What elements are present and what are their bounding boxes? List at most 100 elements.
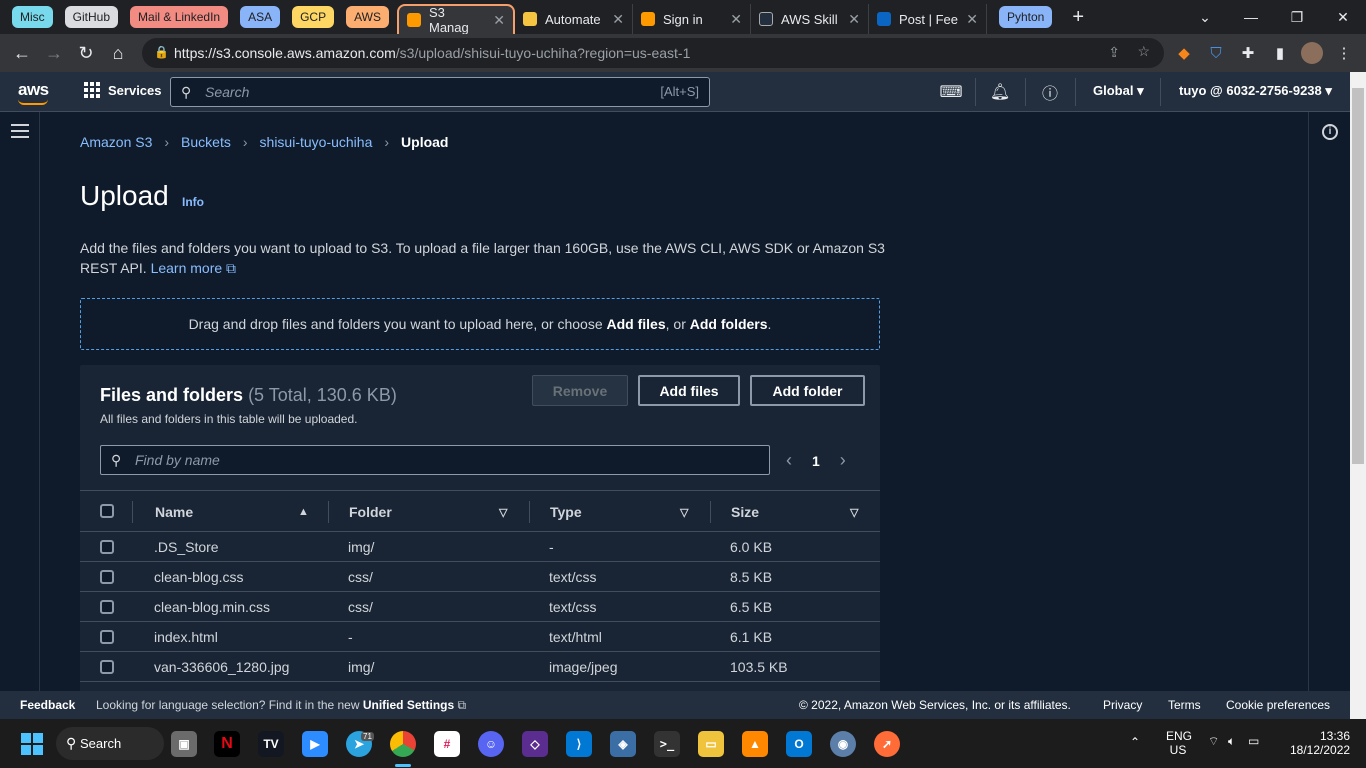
terms-link[interactable]: Terms bbox=[1168, 698, 1201, 712]
info-panel-icon[interactable]: i bbox=[1322, 124, 1338, 140]
breadcrumb-bucket[interactable]: shisui-tuyo-uchiha bbox=[260, 134, 373, 150]
account-menu[interactable]: tuyo @ 6032-2756-9238 ▾ bbox=[1179, 83, 1332, 99]
row-checkbox[interactable] bbox=[100, 600, 114, 614]
task-view-icon[interactable]: ▣ bbox=[171, 731, 197, 757]
privacy-link[interactable]: Privacy bbox=[1103, 698, 1142, 712]
unified-settings-link[interactable]: Unified Settings bbox=[363, 698, 454, 712]
region-selector[interactable]: Global ▾ bbox=[1093, 83, 1144, 99]
chevron-right-icon[interactable]: › bbox=[840, 450, 846, 471]
home-icon[interactable]: ⌂ bbox=[102, 37, 134, 69]
language-indicator[interactable]: ENG US bbox=[1166, 729, 1192, 757]
table-row: clean-blog.min.css css/ text/css 6.5 KB bbox=[80, 592, 880, 622]
close-tab-icon[interactable]: ✕ bbox=[958, 11, 978, 28]
row-checkbox[interactable] bbox=[100, 570, 114, 584]
profile-avatar[interactable] bbox=[1301, 42, 1323, 64]
outlook-icon[interactable]: O bbox=[786, 731, 812, 757]
clock[interactable]: 13:36 18/12/2022 bbox=[1290, 729, 1350, 757]
windows-start-icon[interactable] bbox=[21, 733, 43, 755]
chrome-menu-icon[interactable]: ⋮ bbox=[1333, 42, 1355, 64]
slack-icon[interactable]: # bbox=[434, 731, 460, 757]
wifi-icon[interactable]: ⌔ bbox=[1208, 734, 1219, 749]
tab-search-icon[interactable]: ⌄ bbox=[1182, 0, 1228, 34]
volume-icon[interactable]: 🔈︎ bbox=[1228, 734, 1235, 749]
find-by-name-input[interactable]: ⚲ Find by name bbox=[100, 445, 770, 475]
tab-group-misc[interactable]: Misc bbox=[12, 6, 53, 28]
taskbar-search[interactable]: ⚲ Search bbox=[56, 727, 164, 760]
vscode-icon[interactable]: ⟩ bbox=[566, 731, 592, 757]
feedback-link[interactable]: Feedback bbox=[20, 698, 75, 712]
column-header-type[interactable]: Type ▽ bbox=[550, 491, 700, 533]
cloudshell-icon[interactable]: ⌨ bbox=[939, 80, 963, 104]
chrome-icon[interactable] bbox=[390, 731, 416, 757]
zoom-icon[interactable]: ▶ bbox=[302, 731, 328, 757]
share-icon[interactable]: ⇪ bbox=[1108, 44, 1120, 61]
cell-size: 8.5 KB bbox=[730, 569, 773, 585]
side-panel-icon[interactable]: ▮ bbox=[1269, 42, 1291, 64]
page-number[interactable]: 1 bbox=[812, 453, 820, 469]
close-tab-icon[interactable]: ✕ bbox=[604, 11, 624, 28]
vlc-icon[interactable]: ▲ bbox=[742, 731, 768, 757]
tab-post-feed[interactable]: Post | Fee ✕ bbox=[869, 4, 987, 34]
forward-icon[interactable]: → bbox=[38, 37, 70, 69]
tab-group-mail-linkedin[interactable]: Mail & LinkedIn bbox=[130, 6, 229, 28]
url-field[interactable]: 🔒 https://s3.console.aws.amazon.com/s3/u… bbox=[142, 38, 1164, 68]
close-tab-icon[interactable]: ✕ bbox=[840, 11, 860, 28]
info-link[interactable]: Info bbox=[182, 195, 204, 209]
column-header-name[interactable]: Name ▲ bbox=[155, 491, 309, 533]
select-all-checkbox[interactable] bbox=[100, 504, 114, 518]
column-header-folder[interactable]: Folder ▽ bbox=[349, 491, 509, 533]
metamask-icon[interactable]: ◆ bbox=[1173, 42, 1195, 64]
netflix-icon[interactable]: N bbox=[214, 731, 240, 757]
console-search-input[interactable]: ⚲ Search [Alt+S] bbox=[170, 77, 710, 107]
cookie-preferences-link[interactable]: Cookie preferences bbox=[1226, 698, 1330, 712]
help-icon[interactable]: ⓘ bbox=[1038, 80, 1062, 104]
tab-sign-in[interactable]: Sign in ✕ bbox=[633, 4, 751, 34]
postman-icon[interactable]: ➚ bbox=[874, 731, 900, 757]
add-folder-button[interactable]: Add folder bbox=[750, 375, 865, 406]
tab-group-github[interactable]: GitHub bbox=[64, 6, 119, 28]
terminal-icon[interactable]: >_ bbox=[654, 731, 680, 757]
row-checkbox[interactable] bbox=[100, 630, 114, 644]
back-icon[interactable]: ← bbox=[6, 37, 38, 69]
hamburger-menu-icon[interactable] bbox=[11, 124, 29, 138]
bookmark-star-icon[interactable]: ☆ bbox=[1137, 43, 1150, 60]
upload-dropzone[interactable]: Drag and drop files and folders you want… bbox=[80, 298, 880, 350]
close-tab-icon[interactable]: ✕ bbox=[485, 12, 505, 29]
notifications-bell-icon[interactable]: 🔔︎ bbox=[988, 80, 1012, 104]
tab-group-aws[interactable]: AWS bbox=[346, 6, 389, 28]
battery-icon[interactable]: ▭ bbox=[1248, 734, 1259, 748]
remove-button[interactable]: Remove bbox=[532, 375, 628, 406]
aws-logo[interactable]: aws bbox=[18, 80, 49, 105]
learn-more-link[interactable]: Learn more ⧉ bbox=[151, 260, 236, 276]
discord-icon[interactable]: ☺ bbox=[478, 731, 504, 757]
breadcrumb-amazon-s3[interactable]: Amazon S3 bbox=[80, 134, 152, 150]
maximize-icon[interactable]: ❐ bbox=[1274, 0, 1320, 34]
row-checkbox[interactable] bbox=[100, 660, 114, 674]
visual-studio-icon[interactable]: ◇ bbox=[522, 731, 548, 757]
services-menu[interactable]: Services bbox=[84, 82, 162, 98]
new-tab-icon[interactable]: + bbox=[1072, 6, 1084, 29]
tab-group-python[interactable]: Pyhton bbox=[999, 6, 1053, 28]
chevron-left-icon[interactable]: ‹ bbox=[786, 450, 792, 471]
tab-automate[interactable]: Automate ✕ bbox=[515, 4, 633, 34]
close-window-icon[interactable]: ✕ bbox=[1320, 0, 1366, 34]
minimize-icon[interactable]: — bbox=[1228, 0, 1274, 34]
tradingview-icon[interactable]: TV bbox=[258, 731, 284, 757]
virtualbox-icon[interactable]: ◈ bbox=[610, 731, 636, 757]
extensions-puzzle-icon[interactable]: ✚ bbox=[1237, 42, 1259, 64]
column-header-size[interactable]: Size ▽ bbox=[731, 491, 861, 533]
tab-aws-skill[interactable]: AWS Skill ✕ bbox=[751, 4, 869, 34]
file-explorer-icon[interactable]: ▭ bbox=[698, 731, 724, 757]
chevron-up-icon[interactable]: ⌃ bbox=[1130, 735, 1140, 749]
add-files-button[interactable]: Add files bbox=[638, 375, 740, 406]
row-checkbox[interactable] bbox=[100, 540, 114, 554]
postgres-icon[interactable]: ◉ bbox=[830, 731, 856, 757]
shield-extension-icon[interactable]: ⛉ bbox=[1205, 42, 1227, 64]
tab-group-asa[interactable]: ASA bbox=[240, 6, 281, 28]
tab-group-gcp[interactable]: GCP bbox=[292, 6, 335, 28]
tab-s3-management[interactable]: S3 Manag ✕ bbox=[397, 4, 515, 35]
close-tab-icon[interactable]: ✕ bbox=[722, 11, 742, 28]
reload-icon[interactable]: ↻ bbox=[70, 37, 102, 69]
breadcrumb-buckets[interactable]: Buckets bbox=[181, 134, 231, 150]
scrollbar-thumb[interactable] bbox=[1352, 88, 1364, 464]
